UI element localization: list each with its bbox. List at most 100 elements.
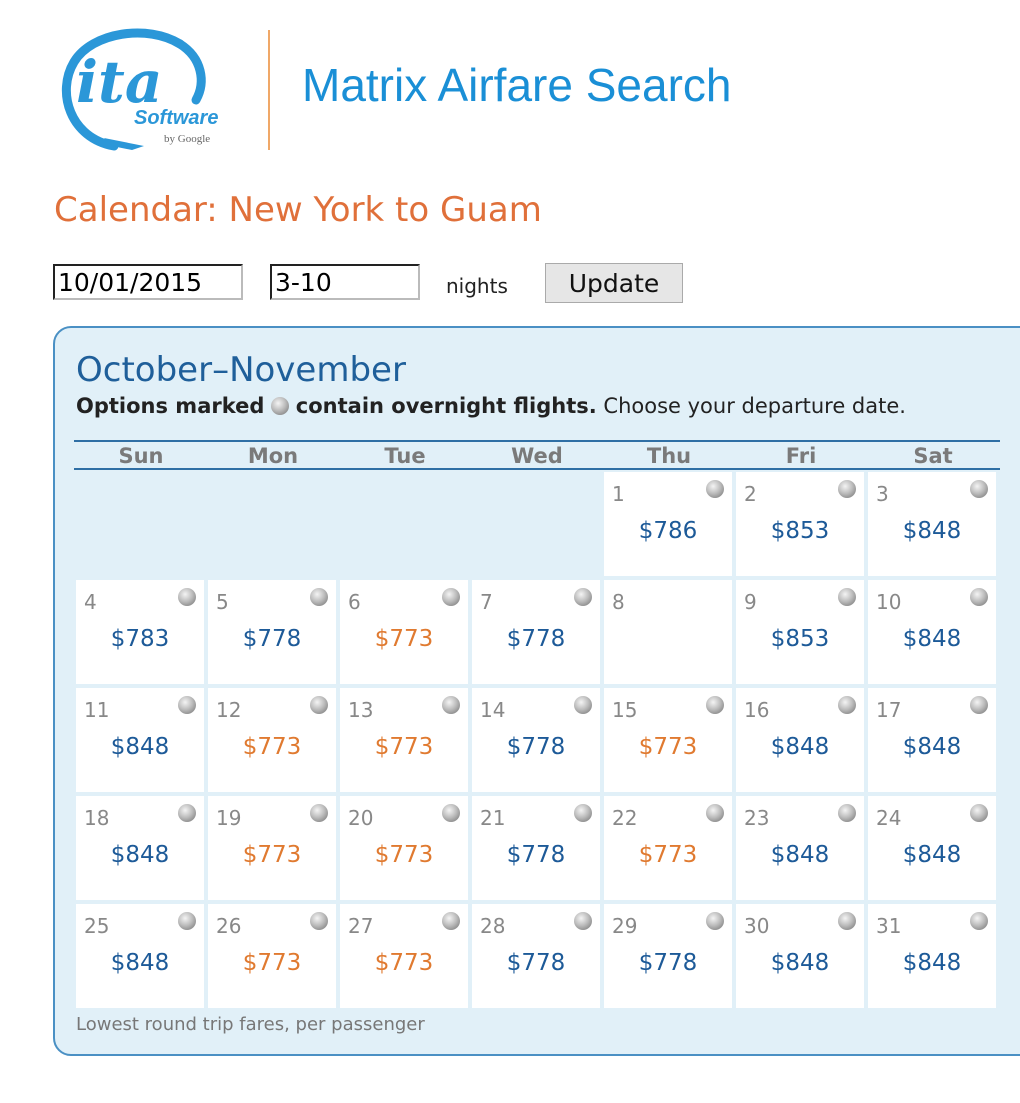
fare-price-link[interactable]: $778 — [472, 626, 600, 652]
day-number: 25 — [84, 914, 110, 938]
day-number: 28 — [480, 914, 506, 938]
calendar-day-cell[interactable]: 21 $778 — [472, 796, 600, 900]
weekday-rule-bottom — [74, 468, 1000, 470]
calendar-day-cell[interactable]: 26 $773 — [208, 904, 336, 1008]
overnight-indicator-icon — [574, 804, 592, 822]
day-number: 24 — [876, 806, 902, 830]
fare-price-link[interactable]: $773 — [208, 842, 336, 868]
calendar-day-cell[interactable]: 20 $773 — [340, 796, 468, 900]
day-number: 6 — [348, 590, 361, 614]
fare-price-link[interactable]: $773 — [604, 734, 732, 760]
calendar-day-cell[interactable]: 10 $848 — [868, 580, 996, 684]
weekday-sat: Sat — [913, 444, 953, 468]
fare-price-link[interactable]: $773 — [340, 626, 468, 652]
calendar-day-cell[interactable]: 5 $778 — [208, 580, 336, 684]
calendar-day-cell[interactable]: 15 $773 — [604, 688, 732, 792]
fare-price-link[interactable]: $848 — [736, 950, 864, 976]
overnight-indicator-icon — [970, 696, 988, 714]
overnight-indicator-icon — [706, 696, 724, 714]
fare-price-link[interactable]: $778 — [472, 734, 600, 760]
fare-price-link[interactable]: $778 — [472, 950, 600, 976]
fare-price-link[interactable]: $786 — [604, 518, 732, 544]
fare-price-link[interactable]: $848 — [868, 626, 996, 652]
overnight-indicator-icon — [838, 804, 856, 822]
day-number: 10 — [876, 590, 902, 614]
fare-price-link[interactable]: $778 — [604, 950, 732, 976]
day-number: 11 — [84, 698, 110, 722]
overnight-indicator-icon — [838, 696, 856, 714]
day-number: 5 — [216, 590, 229, 614]
fare-price-link[interactable]: $853 — [736, 626, 864, 652]
calendar-day-cell[interactable]: 16 $848 — [736, 688, 864, 792]
nights-range-input[interactable] — [270, 264, 420, 300]
fare-price-link[interactable]: $773 — [208, 950, 336, 976]
fare-price-link[interactable]: $773 — [208, 734, 336, 760]
day-number: 9 — [744, 590, 757, 614]
fare-price-link[interactable]: $848 — [736, 734, 864, 760]
calendar-day-cell[interactable]: 11 $848 — [76, 688, 204, 792]
fare-price-link[interactable]: $773 — [340, 734, 468, 760]
calendar-day-cell[interactable]: 31 $848 — [868, 904, 996, 1008]
fare-price-link[interactable]: $773 — [340, 950, 468, 976]
overnight-indicator-icon — [970, 912, 988, 930]
fare-price-link[interactable]: $783 — [76, 626, 204, 652]
fare-price-link[interactable]: $778 — [208, 626, 336, 652]
fare-price-link[interactable]: $773 — [604, 842, 732, 868]
calendar-day-cell[interactable]: 18 $848 — [76, 796, 204, 900]
day-number: 7 — [480, 590, 493, 614]
calendar-day-cell[interactable]: 17 $848 — [868, 688, 996, 792]
overnight-indicator-icon — [178, 804, 196, 822]
calendar-day-cell[interactable]: 9 $853 — [736, 580, 864, 684]
update-button[interactable]: Update — [545, 263, 683, 303]
calendar-day-cell[interactable]: 7 $778 — [472, 580, 600, 684]
day-number: 3 — [876, 482, 889, 506]
day-number: 18 — [84, 806, 110, 830]
calendar-day-cell[interactable]: 4 $783 — [76, 580, 204, 684]
calendar-day-cell[interactable]: 27 $773 — [340, 904, 468, 1008]
start-date-input[interactable] — [53, 264, 243, 300]
overnight-indicator-icon — [706, 912, 724, 930]
calendar-day-cell[interactable]: 12 $773 — [208, 688, 336, 792]
fare-price-link[interactable]: $778 — [472, 842, 600, 868]
calendar-day-cell[interactable]: 25 $848 — [76, 904, 204, 1008]
overnight-indicator-icon — [574, 588, 592, 606]
svg-text:ita: ita — [76, 48, 162, 116]
calendar-day-cell[interactable]: 2 $853 — [736, 472, 864, 576]
day-number: 29 — [612, 914, 638, 938]
calendar-day-cell[interactable]: 23 $848 — [736, 796, 864, 900]
calendar-day-cell[interactable]: 22 $773 — [604, 796, 732, 900]
svg-text:by Google: by Google — [164, 133, 210, 145]
page-title: Calendar: New York to Guam — [54, 190, 542, 230]
overnight-indicator-icon — [574, 696, 592, 714]
overnight-indicator-icon — [838, 480, 856, 498]
calendar-day-cell[interactable]: 1 $786 — [604, 472, 732, 576]
day-number: 22 — [612, 806, 638, 830]
calendar-day-cell[interactable]: 19 $773 — [208, 796, 336, 900]
day-number: 8 — [612, 590, 625, 614]
day-number: 23 — [744, 806, 770, 830]
app-title: Matrix Airfare Search — [302, 59, 732, 111]
calendar-day-cell[interactable]: 8 — [604, 580, 732, 684]
calendar-day-cell[interactable]: 3 $848 — [868, 472, 996, 576]
fare-price-link[interactable]: $848 — [868, 518, 996, 544]
fare-price-link[interactable]: $848 — [736, 842, 864, 868]
calendar-day-cell[interactable]: 29 $778 — [604, 904, 732, 1008]
fare-price-link[interactable]: $848 — [76, 950, 204, 976]
fare-price-link[interactable]: $848 — [868, 842, 996, 868]
overnight-note: Options marked contain overnight flights… — [76, 394, 906, 418]
fare-price-link[interactable]: $773 — [340, 842, 468, 868]
fare-price-link[interactable]: $848 — [76, 734, 204, 760]
calendar-day-cell[interactable]: 28 $778 — [472, 904, 600, 1008]
weekday-fri: Fri — [785, 444, 817, 468]
fare-price-link[interactable]: $848 — [76, 842, 204, 868]
calendar-day-cell[interactable]: 13 $773 — [340, 688, 468, 792]
note-bold-1: Options marked — [76, 394, 265, 418]
calendar-day-cell[interactable]: 6 $773 — [340, 580, 468, 684]
overnight-indicator-icon — [970, 480, 988, 498]
fare-price-link[interactable]: $848 — [868, 950, 996, 976]
fare-price-link[interactable]: $853 — [736, 518, 864, 544]
calendar-day-cell[interactable]: 14 $778 — [472, 688, 600, 792]
calendar-day-cell[interactable]: 24 $848 — [868, 796, 996, 900]
fare-price-link[interactable]: $848 — [868, 734, 996, 760]
calendar-day-cell[interactable]: 30 $848 — [736, 904, 864, 1008]
